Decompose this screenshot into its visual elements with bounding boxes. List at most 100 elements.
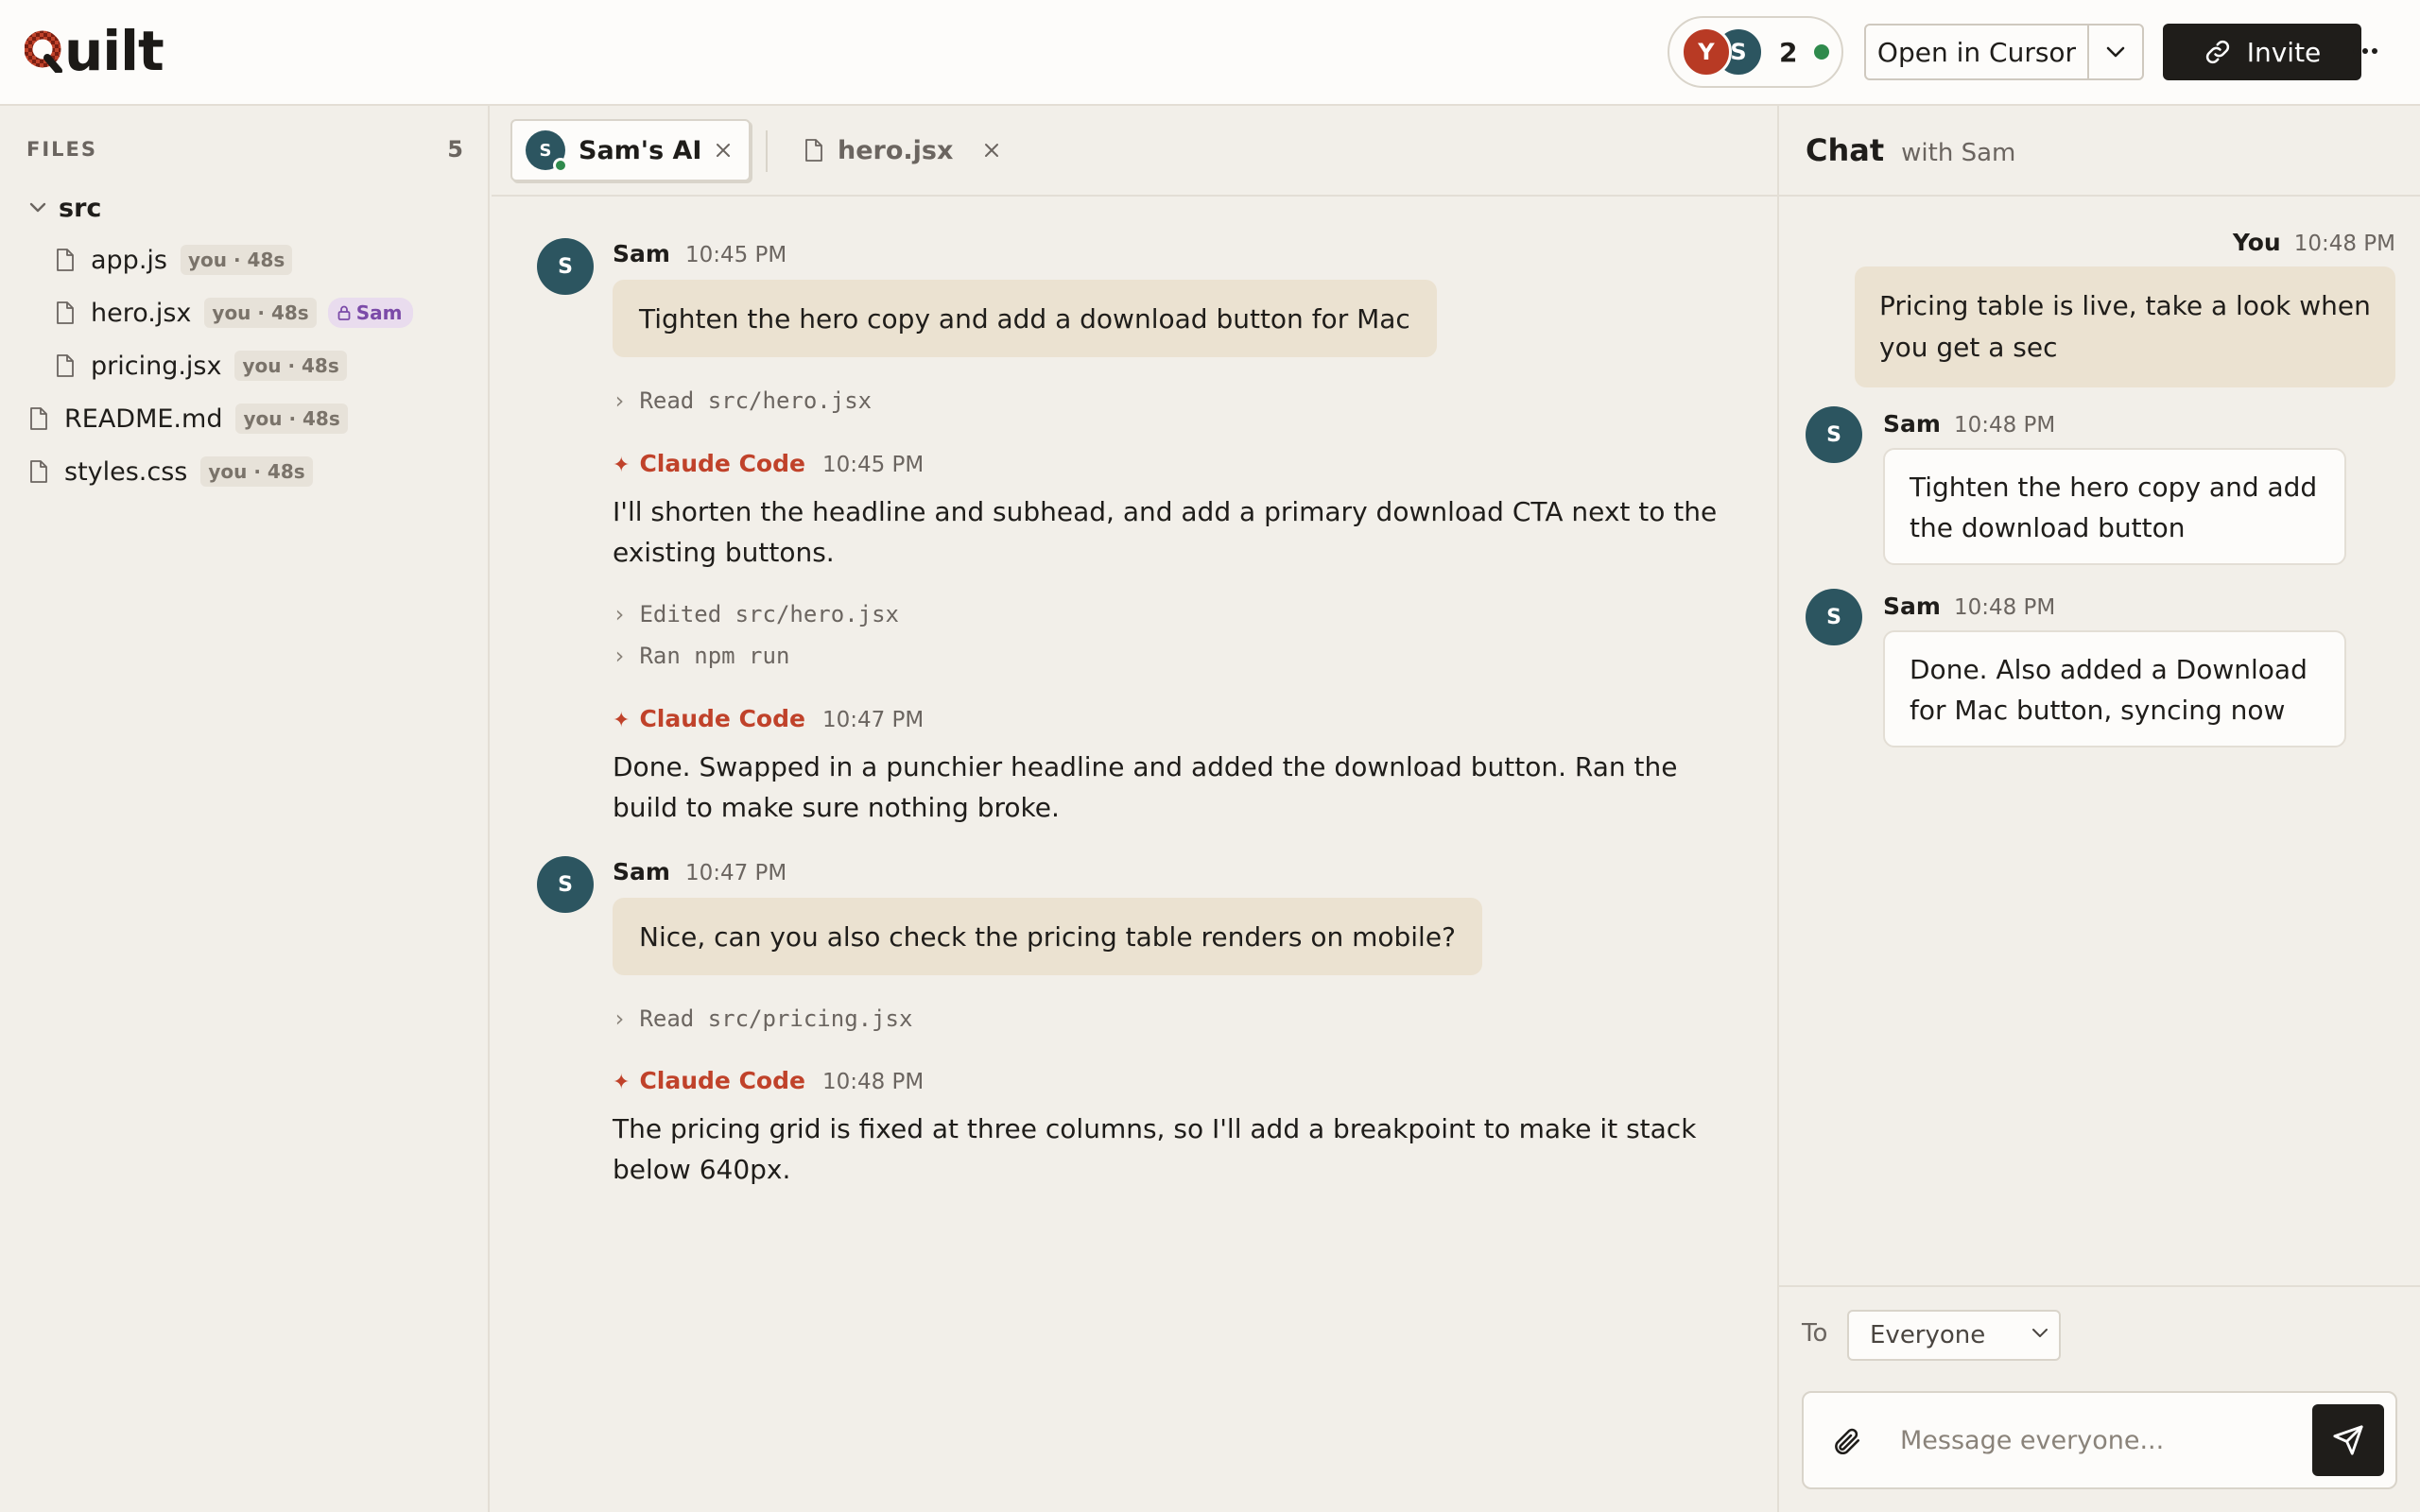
assistant-message: Done. Swapped in a punchier headline and… — [613, 751, 1678, 823]
file-meta: you · 48s — [204, 298, 317, 328]
assistant-name: Claude Code — [639, 450, 805, 477]
chat-header: Chat with Sam — [1806, 132, 2015, 168]
file-meta: you · 48s — [180, 245, 293, 275]
tab-sams-ai[interactable]: S Sam's AI — [510, 119, 751, 181]
sparkle-icon: ✦ — [613, 709, 631, 732]
files-title: FILES — [26, 138, 98, 161]
recipient-select[interactable]: Everyone — [1847, 1310, 2061, 1361]
timestamp: 10:47 PM — [821, 708, 925, 732]
file-icon — [805, 139, 822, 162]
open-in-cursor-split-button: Open in Cursor — [1864, 24, 2144, 80]
send-button[interactable] — [2312, 1404, 2384, 1476]
file-item-styles-css[interactable]: styles.css you · 48s — [28, 451, 313, 492]
tool-call-read[interactable]: › Read src/hero.jsx — [613, 387, 872, 414]
chat-title: Chat — [1806, 132, 1885, 168]
file-meta: you · 48s — [234, 351, 347, 381]
open-in-cursor-button[interactable]: Open in Cursor — [1866, 26, 2087, 78]
message-composer — [1802, 1391, 2397, 1489]
divider — [1779, 195, 2420, 197]
invite-label: Invite — [2246, 36, 2322, 68]
tool-call-edit[interactable]: › Edited src/hero.jsx — [613, 601, 899, 627]
message-header: Sam 10:48 PM — [1883, 410, 2055, 438]
timestamp: 10:47 PM — [684, 861, 787, 885]
send-icon — [2333, 1425, 2363, 1455]
tool-call-run[interactable]: › Ran npm run — [613, 643, 789, 669]
avatar-sam: S — [537, 856, 594, 913]
tool-call-text: Edited src/hero.jsx — [639, 601, 899, 627]
file-item-hero-jsx[interactable]: hero.jsx you · 48s Sam — [55, 292, 414, 334]
file-name: app.js — [91, 245, 167, 275]
tab-hero-jsx[interactable]: hero.jsx — [804, 119, 1000, 181]
message-input[interactable] — [1900, 1419, 2278, 1461]
tool-call-text: Ran npm run — [639, 643, 790, 669]
ai-session-panel: S Sam's AI hero.jsx S Sam 10:45 PM Tight… — [492, 106, 1777, 1512]
file-item-pricing-jsx[interactable]: pricing.jsx you · 48s — [55, 345, 347, 387]
divider — [1779, 1285, 2420, 1287]
close-tab-icon[interactable] — [983, 142, 1000, 159]
presence-indicator[interactable]: Y S 2 — [1668, 16, 1843, 88]
quilt-q-logo-icon — [25, 30, 62, 73]
avatar-you: Y — [1681, 26, 1732, 77]
timestamp: 10:48 PM — [2293, 232, 2395, 256]
timestamp: 10:45 PM — [821, 453, 925, 477]
file-item-readme-md[interactable]: README.md you · 48s — [28, 398, 348, 439]
files-count: 5 — [447, 136, 463, 163]
close-tab-icon[interactable] — [715, 142, 732, 159]
open-in-options-button[interactable] — [2087, 26, 2142, 78]
chevron-right-icon: › — [613, 1005, 627, 1032]
lock-icon — [337, 305, 351, 320]
avatar-sam: S — [1806, 589, 1862, 645]
assistant-name: Claude Code — [639, 705, 805, 732]
chat-panel: Chat with Sam You 10:48 PM Pricing table… — [1777, 106, 2420, 1512]
sparkle-icon: ✦ — [613, 1071, 631, 1094]
message-header: Sam 10:47 PM — [613, 858, 786, 885]
folder-name: src — [59, 193, 102, 223]
chevron-down-icon — [2032, 1329, 2048, 1337]
author-name: Sam — [1883, 410, 1941, 438]
recipient-value: Everyone — [1870, 1321, 1986, 1349]
user-message-bubble: Tighten the hero copy and add a download… — [613, 280, 1437, 357]
tool-call-read[interactable]: › Read src/pricing.jsx — [613, 1005, 912, 1032]
tab-label: hero.jsx — [838, 135, 954, 165]
file-icon — [30, 407, 47, 430]
chevron-right-icon: › — [613, 387, 627, 414]
avatar-initial: S — [539, 140, 552, 161]
paperclip-icon[interactable] — [1830, 1423, 1862, 1459]
file-icon — [57, 249, 74, 271]
chat-message-bubble: Tighten the hero copy and add the downlo… — [1883, 448, 2346, 565]
quilt-logo[interactable]: uilt — [25, 21, 164, 81]
tab-label: Sam's AI — [579, 135, 702, 165]
file-name: pricing.jsx — [91, 351, 222, 381]
chevron-down-icon — [2106, 46, 2125, 58]
author-name: Sam — [1883, 593, 1941, 620]
message-header: Sam 10:45 PM — [613, 240, 786, 267]
invite-button[interactable]: Invite — [2163, 24, 2361, 80]
tool-call-text: Read src/pricing.jsx — [639, 1005, 913, 1032]
more-menu-button[interactable] — [2342, 34, 2388, 68]
file-meta: you · 48s — [200, 456, 313, 487]
user-message-bubble: Nice, can you also check the pricing tab… — [613, 898, 1482, 975]
avatar-sam: S — [1806, 406, 1862, 463]
assistant-header: ✦ Claude Code 10:47 PM — [613, 705, 924, 732]
timestamp: 10:45 PM — [684, 243, 787, 267]
online-status-dot — [553, 158, 568, 173]
more-horizontal-icon — [2353, 48, 2377, 54]
assistant-message: I'll shorten the headline and subhead, a… — [613, 496, 1718, 568]
assistant-name: Claude Code — [639, 1067, 805, 1094]
timestamp: 10:48 PM — [821, 1070, 925, 1094]
file-name: hero.jsx — [91, 298, 192, 328]
tab-separator — [766, 130, 768, 172]
file-icon — [57, 354, 74, 377]
tab-bar: S Sam's AI hero.jsx — [492, 106, 1777, 197]
top-bar: uilt Y S 2 Open in Cursor Invite — [0, 0, 2420, 106]
author-name: Sam — [613, 240, 670, 267]
message-header: You 10:48 PM — [2233, 229, 2395, 256]
assistant-header: ✦ Claude Code 10:48 PM — [613, 1067, 924, 1094]
online-status-dot — [1814, 44, 1830, 60]
folder-src[interactable]: src — [28, 187, 101, 229]
file-item-app-js[interactable]: app.js you · 48s — [55, 239, 293, 281]
chevron-right-icon: › — [613, 601, 627, 627]
lock-owner: Sam — [355, 301, 403, 324]
recipient-label: To — [1802, 1319, 1828, 1348]
file-name: styles.css — [64, 456, 188, 487]
